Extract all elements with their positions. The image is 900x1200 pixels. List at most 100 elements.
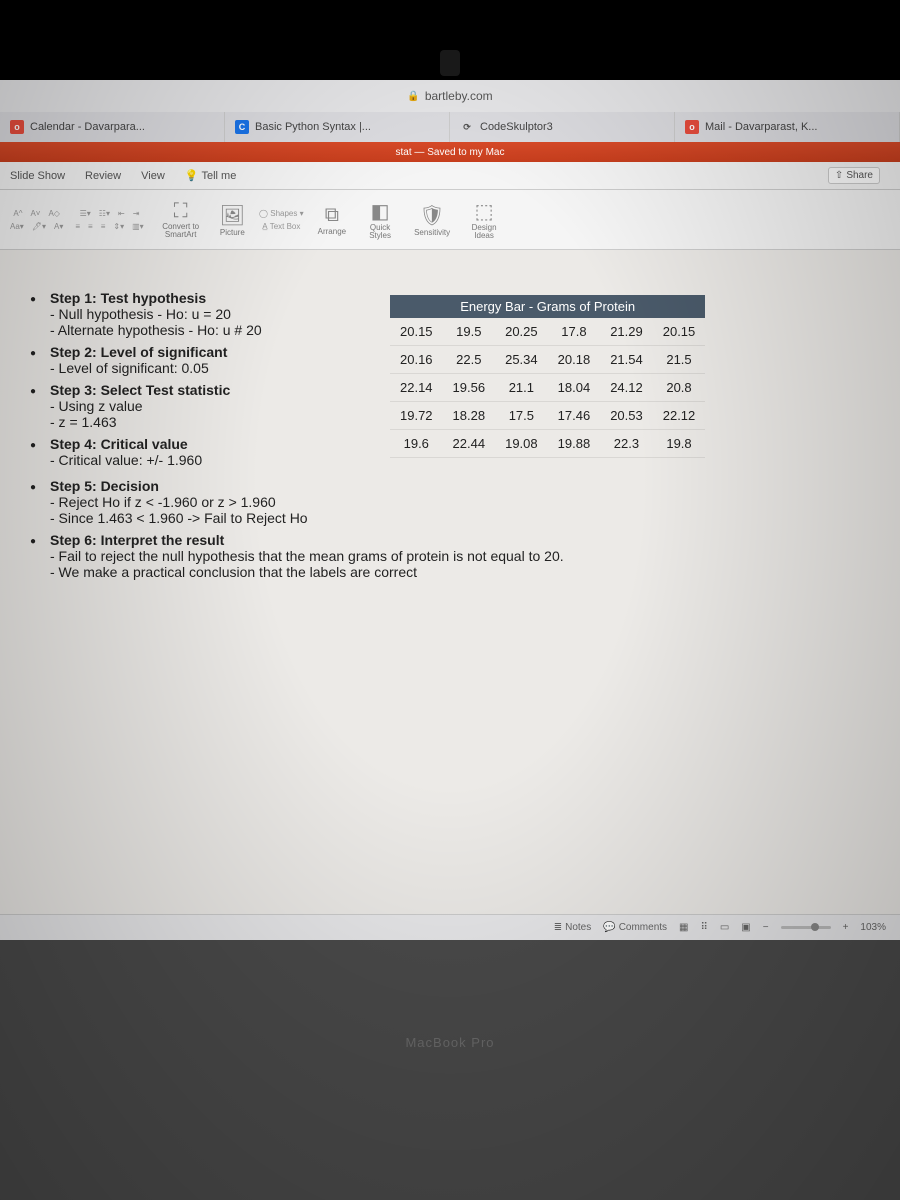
- text-fill-button[interactable]: A▾: [52, 221, 65, 232]
- comments-button[interactable]: 💬Comments: [603, 922, 667, 933]
- step2-sub-a: - Level of significant: 0.05: [50, 360, 209, 376]
- button-label: Sensitivity: [414, 228, 450, 237]
- step6-sub-a: - Fail to reject the null hypothesis tha…: [50, 548, 564, 564]
- table-cell: 19.8: [653, 430, 706, 458]
- font-size-increase-button[interactable]: A^: [11, 208, 24, 219]
- sensitivity-button[interactable]: 🛡 Sensitivity: [410, 201, 454, 239]
- table-cell: 22.44: [443, 430, 496, 458]
- convert-smartart-button[interactable]: ⛶ Convert to SmartArt: [154, 198, 208, 241]
- arrange-icon: ⧉: [325, 204, 339, 227]
- button-label: Quick Styles: [362, 224, 398, 240]
- lightbulb-icon: 💡: [185, 169, 199, 182]
- slide-canvas[interactable]: ●Step 1: Test hypothesis - Null hypothes…: [0, 250, 900, 940]
- step1-sub-b: - Alternate hypothesis - Ho: u # 20: [50, 322, 262, 338]
- step4-sub-a: - Critical value: +/- 1.960: [50, 452, 202, 468]
- tab-python[interactable]: C Basic Python Syntax |...: [225, 112, 450, 142]
- outlook-icon: o: [685, 120, 699, 134]
- step5-title: Step 5: Decision: [50, 478, 159, 494]
- share-icon: ⇧: [835, 170, 843, 181]
- table-cell: 19.08: [495, 430, 548, 458]
- picture-button[interactable]: 🖼 Picture: [216, 201, 249, 239]
- highlight-button[interactable]: 🖊▾: [30, 221, 48, 232]
- align-center-button[interactable]: ≡: [86, 221, 95, 232]
- browser-address-bar[interactable]: 🔒 bartleby.com: [0, 80, 900, 112]
- table-cell: 19.5: [443, 318, 496, 346]
- table-cell: 24.12: [600, 374, 653, 402]
- url-host: bartleby.com: [425, 89, 493, 103]
- table-cell: 20.16: [390, 346, 443, 374]
- font-size-decrease-button[interactable]: A˅: [28, 208, 42, 219]
- sorter-view-button[interactable]: ⠿: [701, 922, 708, 933]
- table-cell: 19.6: [390, 430, 443, 458]
- step1-title: Step 1: Test hypothesis: [50, 290, 206, 306]
- protein-table: Energy Bar - Grams of Protein 20.1519.52…: [390, 295, 705, 458]
- table-cell: 17.5: [495, 402, 548, 430]
- sensitivity-icon: 🛡: [419, 203, 444, 228]
- button-label: Convert to SmartArt: [158, 223, 204, 239]
- notes-icon: ≣: [554, 922, 562, 933]
- font-color-button[interactable]: Aa▾: [8, 221, 26, 232]
- paragraph-group: ☰▾ ☷▾ ⇤ ⇥ ≡ ≡ ≡ ⇕▾ ▥▾: [73, 208, 145, 232]
- tab-codeskulptor[interactable]: ⟳ CodeSkulptor3: [450, 112, 675, 142]
- text-box-button[interactable]: A̲ Text Box: [260, 221, 302, 232]
- table-cell: 17.8: [548, 318, 601, 346]
- step3-sub-a: - Using z value: [50, 398, 143, 414]
- button-label: Arrange: [318, 227, 346, 236]
- data-table-wrap: Energy Bar - Grams of Protein 20.1519.52…: [390, 290, 705, 474]
- tab-review[interactable]: Review: [75, 170, 131, 182]
- steps-list: ●Step 1: Test hypothesis - Null hypothes…: [30, 290, 370, 474]
- slideshow-view-button[interactable]: ▣: [741, 922, 750, 933]
- powerpoint-title-bar: stat — Saved to my Mac: [0, 142, 900, 162]
- normal-view-button[interactable]: ▦: [679, 922, 688, 933]
- tell-me-search[interactable]: 💡 Tell me: [175, 169, 247, 182]
- table-cell: 21.29: [600, 318, 653, 346]
- align-right-button[interactable]: ≡: [99, 221, 108, 232]
- table-cell: 19.72: [390, 402, 443, 430]
- zoom-in-button[interactable]: +: [843, 922, 849, 933]
- zoom-out-button[interactable]: −: [763, 922, 769, 933]
- tab-label: CodeSkulptor3: [480, 121, 553, 133]
- arrange-button[interactable]: ⧉ Arrange: [314, 202, 350, 238]
- quick-styles-button[interactable]: ◧ Quick Styles: [358, 197, 402, 242]
- tab-slideshow[interactable]: Slide Show: [0, 170, 75, 182]
- table-cell: 22.5: [443, 346, 496, 374]
- share-label: Share: [846, 170, 873, 181]
- table-cell: 22.3: [600, 430, 653, 458]
- steps-below: ●Step 5: Decision - Reject Ho if z < -1.…: [30, 478, 870, 580]
- table-cell: 21.5: [653, 346, 706, 374]
- ribbon-toolbar: A^ A˅ A◇ Aa▾ 🖊▾ A▾ ☰▾ ☷▾ ⇤ ⇥ ≡ ≡ ≡ ⇕▾ ▥▾…: [0, 190, 900, 250]
- indent-right-button[interactable]: ⇥: [131, 208, 142, 219]
- clear-formatting-button[interactable]: A◇: [46, 208, 62, 219]
- step6-title: Step 6: Interpret the result: [50, 532, 224, 548]
- tab-mail[interactable]: o Mail - Davarparast, K...: [675, 112, 900, 142]
- table-cell: 19.88: [548, 430, 601, 458]
- columns-button[interactable]: ▥▾: [130, 221, 146, 232]
- table-cell: 21.1: [495, 374, 548, 402]
- share-button[interactable]: ⇧ Share: [828, 167, 880, 184]
- bullets-button[interactable]: ☰▾: [78, 208, 93, 219]
- tab-calendar[interactable]: o Calendar - Davarpara...: [0, 112, 225, 142]
- zoom-slider[interactable]: [781, 926, 831, 929]
- step1-sub-a: - Null hypothesis - Ho: u = 20: [50, 306, 231, 322]
- zoom-level[interactable]: 103%: [860, 922, 886, 933]
- design-ideas-button[interactable]: ⬚ Design Ideas: [462, 197, 506, 242]
- tab-label: Basic Python Syntax |...: [255, 121, 371, 133]
- reading-view-button[interactable]: ▭: [720, 922, 729, 933]
- line-spacing-button[interactable]: ⇕▾: [111, 221, 126, 232]
- table-cell: 25.34: [495, 346, 548, 374]
- notes-button[interactable]: ≣Notes: [554, 922, 592, 933]
- design-ideas-icon: ⬚: [475, 199, 494, 224]
- numbering-button[interactable]: ☷▾: [97, 208, 112, 219]
- table-cell: 20.15: [390, 318, 443, 346]
- table-cell: 22.14: [390, 374, 443, 402]
- table-cell: 19.56: [443, 374, 496, 402]
- lock-icon: 🔒: [407, 91, 419, 102]
- camera-notch: [440, 50, 460, 76]
- step5-sub-b: - Since 1.463 < 1.960 -> Fail to Reject …: [50, 510, 308, 526]
- align-left-button[interactable]: ≡: [73, 221, 82, 232]
- tell-me-label: Tell me: [201, 170, 236, 182]
- table-cell: 18.28: [443, 402, 496, 430]
- tab-view[interactable]: View: [131, 170, 175, 182]
- indent-left-button[interactable]: ⇤: [116, 208, 127, 219]
- shapes-dropdown[interactable]: ◯ Shapes ▾: [257, 208, 306, 219]
